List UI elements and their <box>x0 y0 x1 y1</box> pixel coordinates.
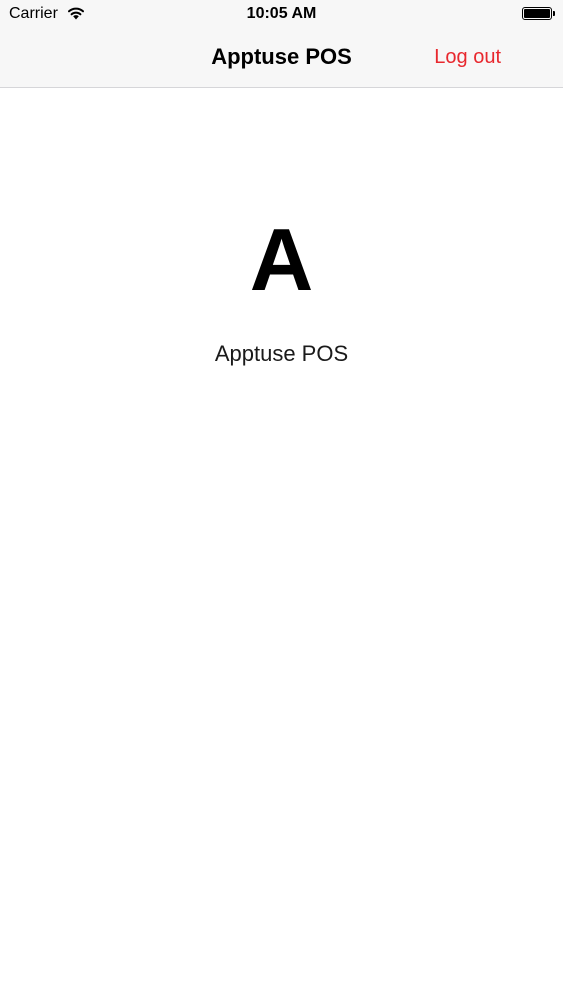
logout-button[interactable]: Log out <box>434 44 501 70</box>
battery-icon <box>522 7 552 20</box>
app-logo-letter: A <box>249 210 314 309</box>
battery-tip <box>553 11 555 16</box>
navigation-bar: Apptuse POS Log out <box>0 28 563 88</box>
status-bar: Carrier 10:05 AM <box>0 0 563 28</box>
status-time: 10:05 AM <box>246 5 317 22</box>
app-name-label: Apptuse POS <box>214 341 349 366</box>
